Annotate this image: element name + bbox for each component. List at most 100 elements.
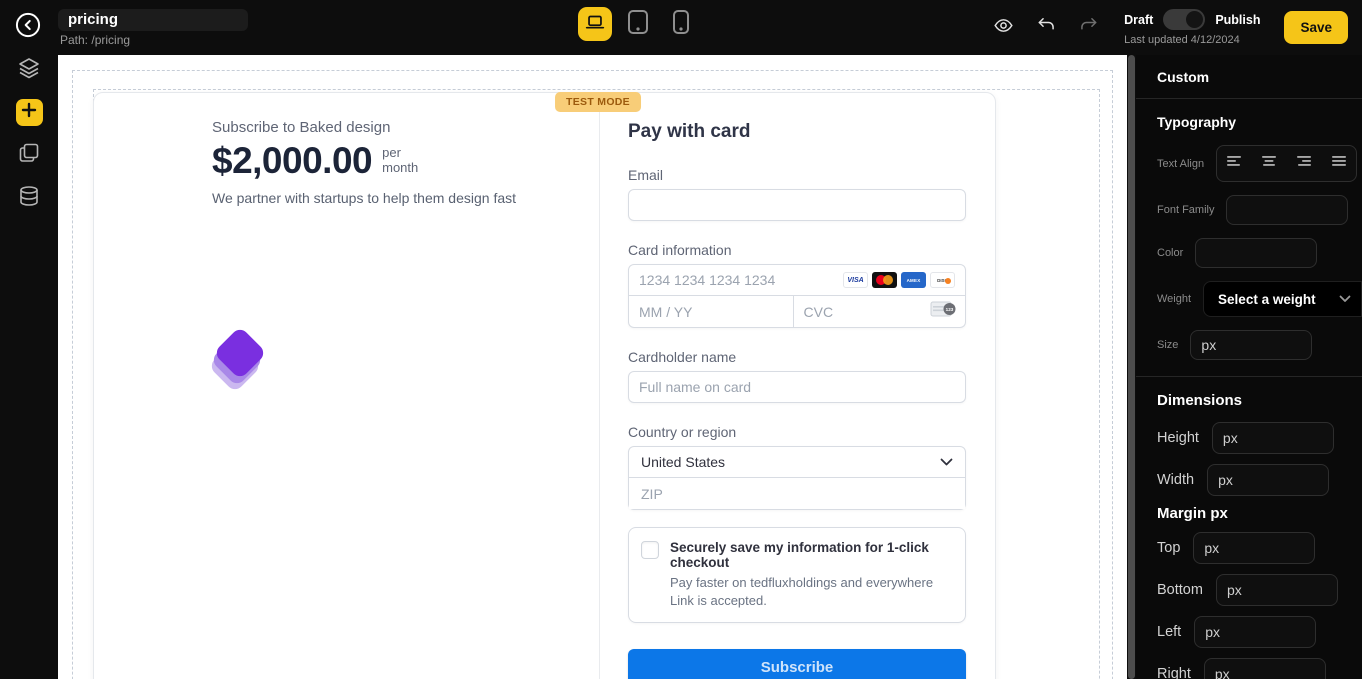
canvas-scrollbar-track <box>1127 55 1136 679</box>
cardholder-label: Cardholder name <box>628 349 737 365</box>
amex-icon: AMEX <box>901 272 926 288</box>
margin-top-label: Top <box>1157 540 1181 556</box>
cardholder-name-field[interactable] <box>628 371 966 403</box>
weight-select[interactable]: Select a weight <box>1203 281 1362 317</box>
pages-icon <box>17 141 41 170</box>
color-input[interactable] <box>1195 238 1318 268</box>
redo-button[interactable] <box>1078 17 1100 39</box>
checkout-preview-card[interactable]: Subscribe to Baked design $2,000.00 per … <box>93 92 996 679</box>
mobile-view-button[interactable] <box>664 7 698 41</box>
save-info-checkbox[interactable] <box>641 541 659 559</box>
email-label: Email <box>628 167 664 183</box>
panel-divider <box>1136 98 1362 99</box>
plus-icon <box>21 102 37 123</box>
pay-form: Pay with card Email Card information VIS… <box>599 93 995 679</box>
sidebar-item-database[interactable] <box>15 184 43 212</box>
card-cvc-field[interactable] <box>793 296 930 327</box>
card-brand-icons: VISA AMEX DISC <box>843 272 955 288</box>
chevron-down-icon <box>940 453 953 471</box>
page-path: Path: /pricing <box>60 32 131 47</box>
back-button[interactable] <box>13 11 43 44</box>
margin-section-title: Margin px <box>1157 505 1228 522</box>
page-title-input[interactable]: pricing <box>58 8 248 31</box>
subscribe-button[interactable]: Subscribe <box>628 649 966 679</box>
price-amount: $2,000.00 <box>212 140 373 181</box>
canvas-scrollbar-thumb[interactable] <box>1128 55 1135 679</box>
card-info-label: Card information <box>628 242 732 258</box>
align-left-icon <box>1225 153 1243 174</box>
margin-right-input[interactable] <box>1203 658 1326 679</box>
margin-left-input[interactable] <box>1194 616 1317 648</box>
country-label: Country or region <box>628 424 737 440</box>
color-label: Color <box>1157 247 1184 259</box>
margin-left-label: Left <box>1157 624 1182 640</box>
database-icon <box>17 184 41 213</box>
device-preview-switcher <box>578 7 698 41</box>
margin-bottom-label: Bottom <box>1157 582 1203 598</box>
margin-top-input[interactable] <box>1193 532 1316 564</box>
size-label: Size <box>1157 339 1179 351</box>
save-info-subtext: Pay faster on tedfluxholdings and everyw… <box>670 575 934 608</box>
cvc-card-icon: 123 <box>930 300 957 323</box>
width-input[interactable] <box>1207 464 1330 496</box>
phone-icon <box>672 9 690 40</box>
product-description: We partner with startups to help them de… <box>212 190 517 206</box>
text-align-group <box>1216 145 1357 182</box>
typography-section-title: Typography <box>1157 114 1237 130</box>
font-family-input[interactable] <box>1226 195 1349 225</box>
card-expiry-field[interactable] <box>629 296 793 327</box>
layers-icon <box>17 56 41 85</box>
draft-publish-toggle[interactable] <box>1163 9 1206 30</box>
tablet-view-button[interactable] <box>621 7 655 41</box>
undo-icon <box>1036 15 1056 40</box>
left-sidebar <box>0 55 58 679</box>
editor-canvas[interactable]: TEST MODE Subscribe to Baked design $2,0… <box>58 55 1127 679</box>
size-input[interactable] <box>1190 330 1313 360</box>
product-pane: Subscribe to Baked design $2,000.00 per … <box>94 93 599 679</box>
email-field[interactable] <box>628 189 966 221</box>
preview-button[interactable] <box>992 17 1014 39</box>
dimensions-section-title: Dimensions <box>1157 392 1243 409</box>
card-number-field[interactable] <box>639 272 843 288</box>
align-justify-icon <box>1330 153 1348 174</box>
svg-text:123: 123 <box>946 307 954 312</box>
chevron-down-icon <box>1339 290 1351 308</box>
back-arrow-circle-icon <box>14 11 42 44</box>
laptop-icon <box>584 11 606 38</box>
panel-header: Custom <box>1157 69 1210 85</box>
sidebar-item-pages[interactable] <box>15 141 43 169</box>
height-input[interactable] <box>1211 422 1334 454</box>
margin-bottom-input[interactable] <box>1215 574 1338 606</box>
text-align-label: Text Align <box>1157 157 1205 170</box>
align-center-icon <box>1260 153 1278 174</box>
align-right-icon <box>1295 153 1313 174</box>
eye-icon <box>993 15 1014 41</box>
width-label: Width <box>1157 472 1195 488</box>
save-info-title: Securely save my information for 1-click… <box>670 540 929 570</box>
country-select[interactable]: United States <box>628 446 966 478</box>
desktop-view-button[interactable] <box>578 7 612 41</box>
font-family-label: Font Family <box>1157 204 1215 216</box>
last-updated-text: Last updated 4/12/2024 <box>1124 34 1240 46</box>
checkout-divider <box>599 109 600 679</box>
product-image-purple-cube <box>208 326 267 393</box>
panel-divider <box>1136 376 1362 377</box>
style-panel: Custom Typography Text Align Font Family… <box>1136 55 1362 679</box>
weight-label: Weight <box>1157 293 1192 305</box>
country-selected-value: United States <box>641 454 726 470</box>
pay-heading: Pay with card <box>628 121 751 142</box>
undo-button[interactable] <box>1035 17 1057 39</box>
margin-right-label: Right <box>1157 666 1191 679</box>
align-center-button[interactable] <box>1254 149 1284 179</box>
visa-icon: VISA <box>843 272 868 288</box>
save-button[interactable]: Save <box>1284 11 1348 44</box>
zip-field[interactable] <box>629 478 965 509</box>
align-right-button[interactable] <box>1289 149 1319 179</box>
align-justify-button[interactable] <box>1324 149 1354 179</box>
toggle-knob <box>1186 11 1204 28</box>
sidebar-item-add-element[interactable] <box>15 99 43 126</box>
draft-label: Draft <box>1124 12 1154 27</box>
sidebar-item-layers[interactable] <box>15 56 43 84</box>
tablet-icon <box>627 9 649 40</box>
align-left-button[interactable] <box>1219 149 1249 179</box>
